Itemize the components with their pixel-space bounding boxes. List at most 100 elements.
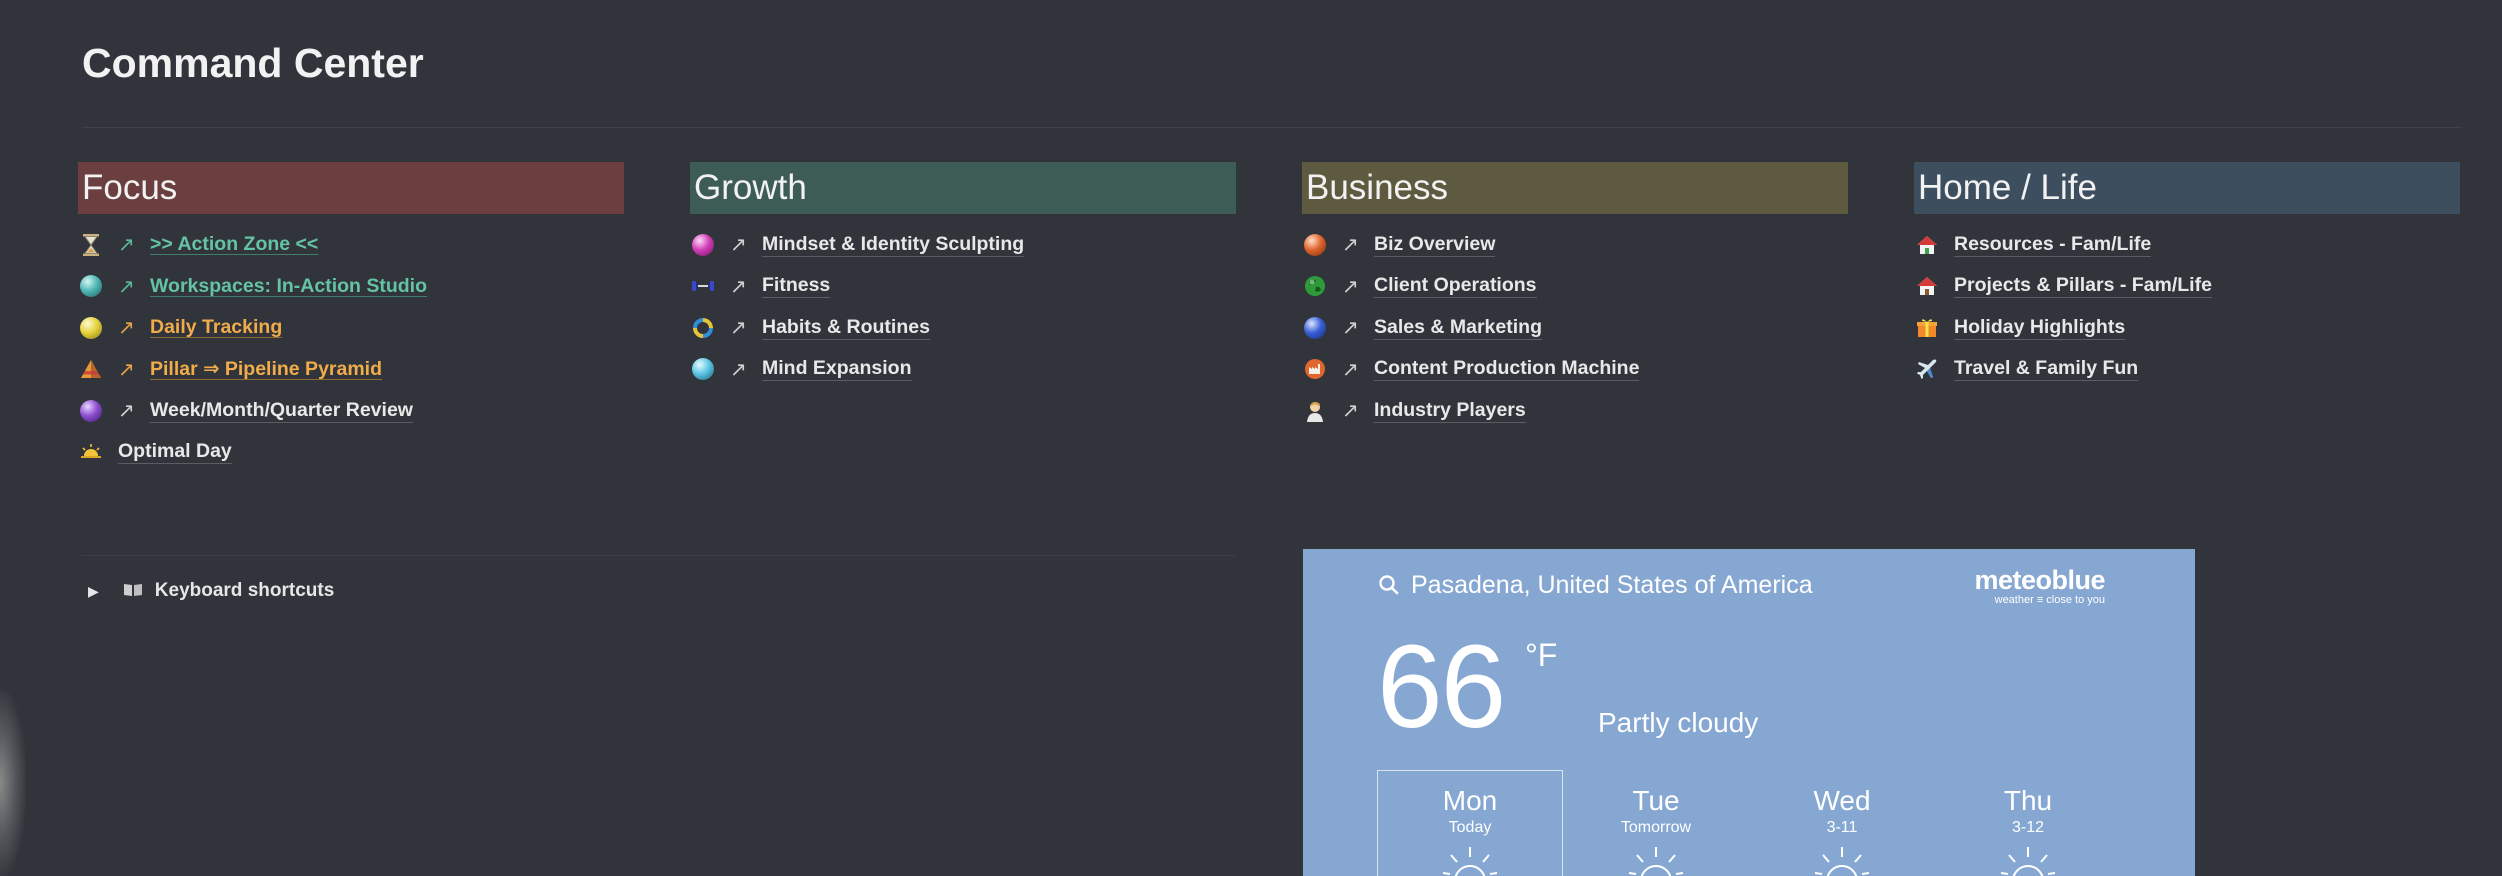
forecast-days: Mon Today Tue Tomorrow Wed 3-11 Thu 3-12 xyxy=(1377,770,2121,876)
growth-column: Growth ↗ Mindset & Identity Sculpting ↗ … xyxy=(690,162,1236,390)
arrow-icon: ↗ xyxy=(118,317,135,340)
day-name: Thu xyxy=(2003,785,2053,816)
arrow-icon: ↗ xyxy=(1342,317,1359,340)
keyboard-shortcuts-toggle[interactable]: ▶ Keyboard shortcuts xyxy=(88,576,334,606)
page-title: Command Center xyxy=(82,40,424,86)
item-label: Sales & Marketing xyxy=(1374,315,1542,340)
factory-icon xyxy=(1304,358,1326,380)
brand-tagline: weather ≡ close to you xyxy=(1994,594,2105,606)
day-sub: 3-12 xyxy=(2011,819,2045,836)
item-label: Content Production Machine xyxy=(1374,357,1640,382)
ring-icon xyxy=(692,317,714,339)
business-list: ↗ Biz Overview ↗ Client Operations ↗ Sal… xyxy=(1302,224,1848,432)
item-label: Daily Tracking xyxy=(150,316,283,339)
title-divider xyxy=(82,127,2462,128)
person-icon xyxy=(1304,400,1326,422)
item-label: >> Action Zone << xyxy=(150,233,319,256)
cyan-orb-icon xyxy=(692,358,714,381)
current-condition: Partly cloudy xyxy=(1598,707,1759,738)
item-label: Holiday Highlights xyxy=(1954,315,2126,340)
link-mind-expansion[interactable]: ↗ Mind Expansion xyxy=(690,349,1236,391)
link-action-zone[interactable]: ↗ >> Action Zone << xyxy=(78,224,624,266)
orange-orb-icon xyxy=(1304,233,1326,256)
link-habits[interactable]: ↗ Habits & Routines xyxy=(690,307,1236,349)
airplane-icon xyxy=(1916,358,1938,380)
yellow-orb-icon xyxy=(80,316,102,339)
item-label: Industry Players xyxy=(1374,398,1526,423)
business-header: Business xyxy=(1302,162,1848,214)
sun-icon xyxy=(2000,847,2056,876)
pyramid-icon xyxy=(80,358,102,380)
link-fitness[interactable]: ↗ Fitness xyxy=(690,266,1236,308)
arrow-icon: ↗ xyxy=(730,317,747,340)
day-sub: Today xyxy=(1448,819,1492,836)
location-text: Pasadena, United States of America xyxy=(1411,571,1813,599)
item-label: Client Operations xyxy=(1374,274,1537,299)
sunrise-icon xyxy=(80,441,102,463)
weather-widget[interactable]: Pasadena, United States of America meteo… xyxy=(1303,549,2195,876)
home-life-header: Home / Life xyxy=(1914,162,2460,214)
link-biz-overview[interactable]: ↗ Biz Overview xyxy=(1302,224,1848,266)
link-review[interactable]: ↗ Week/Month/Quarter Review xyxy=(78,390,624,432)
meteoblue-logo[interactable]: meteoblue weather ≡ close to you xyxy=(1974,565,2105,606)
weather-location[interactable]: Pasadena, United States of America xyxy=(1377,571,1813,600)
forecast-day-thu[interactable]: Thu 3-12 xyxy=(1935,770,2121,876)
search-icon[interactable] xyxy=(1377,573,1403,599)
link-pillar-pipeline[interactable]: ↗ Pillar ⇒ Pipeline Pyramid xyxy=(78,349,624,391)
teal-orb-icon xyxy=(80,275,102,298)
focus-column: Focus ↗ >> Action Zone << ↗ Workspaces: … xyxy=(78,162,624,473)
item-label: Projects & Pillars - Fam/Life xyxy=(1954,274,2212,299)
sun-icon xyxy=(1442,847,1498,876)
business-column: Business ↗ Biz Overview ↗ Client Operati… xyxy=(1302,162,1848,432)
section-divider xyxy=(82,555,1237,556)
sun-icon xyxy=(1814,847,1870,876)
growth-list: ↗ Mindset & Identity Sculpting ↗ Fitness… xyxy=(690,224,1236,390)
arrow-icon: ↗ xyxy=(118,275,135,298)
item-label: Mindset & Identity Sculpting xyxy=(762,232,1025,257)
brand-name: meteoblue xyxy=(1974,565,2105,595)
link-projects-pillars-fam-life[interactable]: Projects & Pillars - Fam/Life xyxy=(1914,266,2460,308)
forecast-day-wed[interactable]: Wed 3-11 xyxy=(1749,770,1935,876)
home-life-list: Resources - Fam/Life Projects & Pillars … xyxy=(1914,224,2460,390)
item-label: Mind Expansion xyxy=(762,357,912,382)
arrow-icon: ↗ xyxy=(1342,358,1359,381)
house-icon xyxy=(1916,275,1938,297)
link-holiday-highlights[interactable]: Holiday Highlights xyxy=(1914,307,2460,349)
arrow-icon: ↗ xyxy=(730,275,747,298)
item-label: Biz Overview xyxy=(1374,232,1496,257)
link-travel-family-fun[interactable]: Travel & Family Fun xyxy=(1914,349,2460,391)
item-label: Pillar ⇒ Pipeline Pyramid xyxy=(150,358,383,381)
item-label: Optimal Day xyxy=(118,440,232,465)
arrow-icon: ↗ xyxy=(118,400,135,423)
home-life-column: Home / Life Resources - Fam/Life Project… xyxy=(1914,162,2460,390)
forecast-day-tue[interactable]: Tue Tomorrow xyxy=(1563,770,1749,876)
link-optimal-day[interactable]: Optimal Day xyxy=(78,432,624,474)
link-client-operations[interactable]: ↗ Client Operations xyxy=(1302,266,1848,308)
link-content-production[interactable]: ↗ Content Production Machine xyxy=(1302,349,1848,391)
day-name: Wed xyxy=(1813,785,1871,816)
arrow-icon: ↗ xyxy=(1342,234,1359,257)
book-icon xyxy=(123,581,143,602)
link-daily-tracking[interactable]: ↗ Daily Tracking xyxy=(78,307,624,349)
day-name: Tue xyxy=(1632,785,1680,816)
item-label: Travel & Family Fun xyxy=(1954,357,2139,382)
arrow-icon: ↗ xyxy=(730,234,747,257)
arrow-icon: ↗ xyxy=(118,234,135,257)
triangle-right-icon[interactable]: ▶ xyxy=(88,583,99,600)
link-industry-players[interactable]: ↗ Industry Players xyxy=(1302,390,1848,432)
growth-header: Growth xyxy=(690,162,1236,214)
day-sub: 3-11 xyxy=(1826,819,1858,836)
item-label: Week/Month/Quarter Review xyxy=(150,398,413,423)
arrow-icon: ↗ xyxy=(1342,275,1359,298)
blue-orb-icon xyxy=(1304,316,1326,339)
keyboard-shortcuts-label: Keyboard shortcuts xyxy=(154,580,335,601)
forecast-day-mon[interactable]: Mon Today xyxy=(1377,770,1563,876)
day-sub: Tomorrow xyxy=(1620,819,1692,836)
magenta-orb-icon xyxy=(692,233,714,256)
item-label: Habits & Routines xyxy=(762,315,930,340)
house-icon xyxy=(1916,234,1938,256)
link-mindset[interactable]: ↗ Mindset & Identity Sculpting xyxy=(690,224,1236,266)
link-sales-marketing[interactable]: ↗ Sales & Marketing xyxy=(1302,307,1848,349)
link-workspaces[interactable]: ↗ Workspaces: In-Action Studio xyxy=(78,266,624,308)
link-resources-fam-life[interactable]: Resources - Fam/Life xyxy=(1914,224,2460,266)
